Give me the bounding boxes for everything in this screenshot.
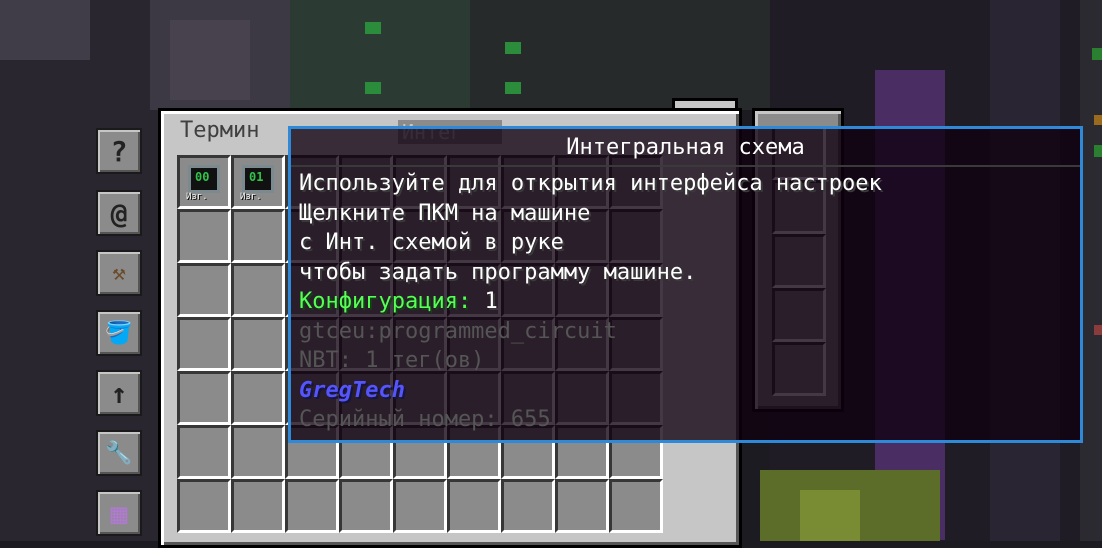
circuit-icon: 01: [242, 165, 274, 193]
inventory-slot[interactable]: [177, 263, 231, 317]
inventory-slot[interactable]: [177, 209, 231, 263]
item-tag: Изг.: [186, 192, 208, 202]
inventory-slot[interactable]: [285, 479, 339, 533]
programmed-circuit-item[interactable]: 00 Изг.: [184, 162, 224, 202]
tooltip-mod-name: GregTech: [299, 377, 405, 403]
tooltip-line: Используйте для открытия интерфейса наст…: [299, 171, 882, 196]
help-tab[interactable]: ?: [96, 128, 142, 174]
tooltip-line: с Инт. схемой в руке: [299, 230, 564, 255]
inventory-slot[interactable]: [501, 479, 555, 533]
wrench-icon: 🔧: [105, 440, 133, 466]
panel-title: Термин: [180, 118, 260, 143]
inventory-slot[interactable]: [555, 479, 609, 533]
hammer-icon: ⚒: [112, 260, 126, 286]
programmed-circuit-item[interactable]: 01 Изг.: [238, 162, 278, 202]
item-tooltip: Интегральная схема Используйте для откры…: [288, 126, 1083, 443]
inventory-slot[interactable]: [231, 371, 285, 425]
inventory-slot[interactable]: [231, 263, 285, 317]
config-value: 1: [484, 289, 498, 314]
tooltip-item-id: gtceu:programmed_circuit: [299, 318, 617, 344]
wrench-tab[interactable]: 🔧: [96, 430, 142, 476]
inventory-slot[interactable]: [447, 479, 501, 533]
inventory-slot[interactable]: [339, 479, 393, 533]
help-icon: ?: [110, 134, 128, 168]
tooltip-serial: Серийный номер: 655: [299, 407, 551, 432]
tooltip-config: Конфигурация: 1: [299, 287, 1080, 317]
inventory-slot[interactable]: [393, 479, 447, 533]
storage-tab[interactable]: ▦: [96, 490, 142, 536]
inventory-slot[interactable]: [177, 425, 231, 479]
storage-icon: ▦: [110, 496, 128, 530]
tooltip-title: Интегральная схема: [566, 135, 805, 160]
inventory-slot[interactable]: 00 Изг.: [177, 155, 231, 209]
inventory-slot[interactable]: [609, 479, 663, 533]
config-label: Конфигурация:: [299, 289, 472, 314]
email-tab[interactable]: @: [96, 190, 142, 236]
inventory-slot[interactable]: [231, 317, 285, 371]
tooltip-line: Щелкните ПКМ на машине: [299, 200, 591, 226]
bucket-icon: 🪣: [105, 320, 133, 346]
inventory-slot[interactable]: [177, 371, 231, 425]
hammer-tab[interactable]: ⚒: [96, 250, 142, 296]
tooltip-divider: [291, 165, 1080, 167]
circuit-icon: 00: [188, 165, 220, 193]
inventory-slot[interactable]: 01 Изг.: [231, 155, 285, 209]
inventory-slot[interactable]: [177, 317, 231, 371]
tooltip-line: чтобы задать программу машине.: [299, 259, 697, 285]
inventory-slot[interactable]: [231, 209, 285, 263]
inventory-slot[interactable]: [231, 425, 285, 479]
tooltip-nbt: NBT: 1 тег(ов): [299, 348, 485, 373]
arrow-up-icon: ↑: [110, 376, 128, 410]
inventory-slot[interactable]: [231, 479, 285, 533]
upload-tab[interactable]: ↑: [96, 370, 142, 416]
inventory-slot[interactable]: [177, 479, 231, 533]
at-sign-icon: @: [110, 196, 128, 230]
item-tag: Изг.: [240, 192, 262, 202]
bucket-tab[interactable]: 🪣: [96, 310, 142, 356]
